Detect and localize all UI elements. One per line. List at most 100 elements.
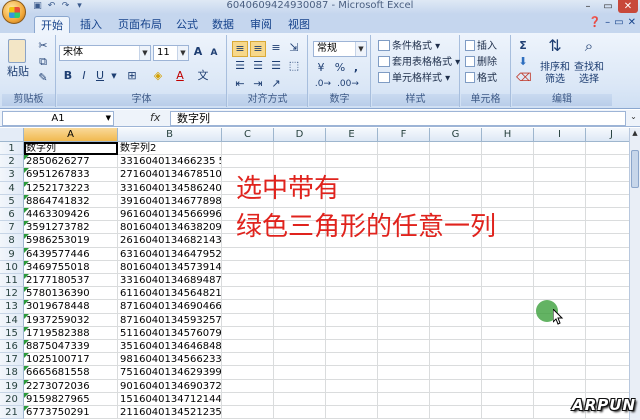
cell-empty[interactable] bbox=[326, 353, 378, 367]
cell-empty[interactable] bbox=[534, 260, 586, 274]
clear-icon[interactable]: ⌫ bbox=[516, 71, 532, 85]
cell-a[interactable]: 5780136390 bbox=[24, 287, 118, 301]
select-all-corner[interactable] bbox=[0, 128, 24, 142]
cell-styles-button[interactable]: 单元格样式 ▾ bbox=[378, 71, 450, 86]
cell-empty[interactable] bbox=[222, 247, 274, 261]
autosum-button[interactable]: Σ bbox=[516, 39, 530, 53]
cell-empty[interactable] bbox=[430, 326, 482, 340]
align-center-icon[interactable]: ☰ bbox=[250, 59, 266, 73]
row-header[interactable]: 6 bbox=[0, 208, 24, 222]
cell-empty[interactable] bbox=[482, 168, 534, 182]
cell-b[interactable]: 8716040134690466 bbox=[118, 300, 222, 314]
cell-empty[interactable] bbox=[378, 366, 430, 380]
cell-b[interactable]: 9816040134566233 bbox=[118, 353, 222, 367]
shrink-font-button[interactable]: A bbox=[207, 46, 221, 60]
cell-empty[interactable] bbox=[430, 313, 482, 327]
cell-empty[interactable] bbox=[378, 247, 430, 261]
cell-b[interactable]: 3516040134646848 bbox=[118, 340, 222, 354]
cell-b[interactable]: 8716040134593257 bbox=[118, 313, 222, 327]
cell-empty[interactable] bbox=[378, 379, 430, 393]
cell-a[interactable]: 1252173223 bbox=[24, 181, 118, 195]
cell-empty[interactable] bbox=[222, 326, 274, 340]
increase-decimal-icon[interactable]: .0→ bbox=[313, 77, 333, 91]
cell-empty[interactable] bbox=[378, 392, 430, 406]
cell-empty[interactable] bbox=[378, 142, 430, 156]
cell-a[interactable]: 数字列 bbox=[24, 142, 118, 156]
scroll-up-icon[interactable]: ▲ bbox=[630, 128, 640, 139]
cell-a[interactable]: 3591273782 bbox=[24, 221, 118, 235]
row-header[interactable]: 1 bbox=[0, 142, 24, 156]
italic-button[interactable]: I bbox=[77, 69, 91, 83]
cell-empty[interactable] bbox=[430, 274, 482, 288]
cell-empty[interactable] bbox=[222, 313, 274, 327]
cell-b[interactable]: 6316040134647952 bbox=[118, 247, 222, 261]
vertical-scrollbar[interactable]: ▲ bbox=[629, 128, 640, 420]
cell-b[interactable]: 8016040134638209 bbox=[118, 221, 222, 235]
decrease-decimal-icon[interactable]: .00→ bbox=[337, 77, 359, 91]
row-header[interactable]: 18 bbox=[0, 366, 24, 380]
align-middle-icon[interactable]: ≡ bbox=[250, 41, 266, 57]
cell-empty[interactable] bbox=[222, 353, 274, 367]
cell-a[interactable]: 3469755018 bbox=[24, 260, 118, 274]
cell-empty[interactable] bbox=[430, 366, 482, 380]
currency-icon[interactable]: ¥ bbox=[313, 61, 329, 75]
cell-b[interactable]: 5116040134576079 bbox=[118, 326, 222, 340]
sort-filter-icon[interactable]: ⇅ bbox=[544, 38, 566, 54]
cell-empty[interactable] bbox=[274, 260, 326, 274]
cell-empty[interactable] bbox=[378, 181, 430, 195]
cell-empty[interactable] bbox=[274, 300, 326, 314]
cell-a[interactable]: 8875047339 bbox=[24, 340, 118, 354]
cell-a[interactable]: 1937259032 bbox=[24, 313, 118, 327]
close-button[interactable]: ✕ bbox=[618, 0, 638, 13]
cell-empty[interactable] bbox=[482, 247, 534, 261]
help-icon[interactable]: ❓ bbox=[589, 17, 601, 28]
cell-empty[interactable] bbox=[534, 274, 586, 288]
ribbon-close-icon[interactable]: ✕ bbox=[628, 17, 636, 28]
cell-empty[interactable] bbox=[274, 274, 326, 288]
cell-empty[interactable] bbox=[430, 340, 482, 354]
cell-empty[interactable] bbox=[222, 274, 274, 288]
cell-empty[interactable] bbox=[274, 142, 326, 156]
cell-empty[interactable] bbox=[430, 392, 482, 406]
cell-b[interactable]: 2116040134521235 bbox=[118, 406, 222, 420]
cell-b[interactable]: 8016040134573914 bbox=[118, 260, 222, 274]
row-header[interactable]: 20 bbox=[0, 392, 24, 406]
cell-a[interactable]: 4463309426 bbox=[24, 208, 118, 222]
cell-empty[interactable] bbox=[326, 366, 378, 380]
cell-empty[interactable] bbox=[430, 287, 482, 301]
cell-empty[interactable] bbox=[534, 353, 586, 367]
column-header[interactable]: C bbox=[222, 128, 274, 142]
tab-insert[interactable]: 插入 bbox=[76, 16, 106, 33]
border-icon[interactable]: ⊞ bbox=[123, 69, 141, 83]
cell-empty[interactable] bbox=[534, 142, 586, 156]
row-header[interactable]: 4 bbox=[0, 181, 24, 195]
tab-page-layout[interactable]: 页面布局 bbox=[114, 16, 166, 33]
cell-empty[interactable] bbox=[222, 300, 274, 314]
cell-empty[interactable] bbox=[482, 326, 534, 340]
cell-empty[interactable] bbox=[326, 247, 378, 261]
cell-empty[interactable] bbox=[326, 142, 378, 156]
cell-empty[interactable] bbox=[326, 313, 378, 327]
fill-icon[interactable]: ⬇ bbox=[516, 55, 530, 69]
column-header[interactable]: F bbox=[378, 128, 430, 142]
column-header[interactable]: E bbox=[326, 128, 378, 142]
row-header[interactable]: 11 bbox=[0, 274, 24, 288]
cell-empty[interactable] bbox=[378, 194, 430, 208]
tab-data[interactable]: 数据 bbox=[208, 16, 238, 33]
cell-b[interactable]: 3316040134689487 bbox=[118, 274, 222, 288]
decrease-indent-icon[interactable]: ⇤ bbox=[232, 77, 248, 91]
insert-function-button[interactable]: fx bbox=[150, 111, 160, 124]
column-header[interactable]: H bbox=[482, 128, 534, 142]
cell-empty[interactable] bbox=[222, 340, 274, 354]
font-size-select[interactable]: 11 ▼ bbox=[153, 45, 189, 61]
tab-view[interactable]: 视图 bbox=[284, 16, 314, 33]
cell-b[interactable]: 2616040134682143 bbox=[118, 234, 222, 248]
find-select-icon[interactable]: ⌕ bbox=[578, 39, 600, 54]
format-painter-icon[interactable]: ✎ bbox=[36, 71, 50, 85]
cell-empty[interactable] bbox=[378, 287, 430, 301]
cell-empty[interactable] bbox=[378, 340, 430, 354]
cell-empty[interactable] bbox=[378, 406, 430, 420]
cell-a[interactable]: 6773750291 bbox=[24, 406, 118, 420]
paste-label[interactable]: 粘贴 bbox=[4, 65, 32, 79]
format-cells-button[interactable]: 格式 bbox=[465, 71, 497, 86]
